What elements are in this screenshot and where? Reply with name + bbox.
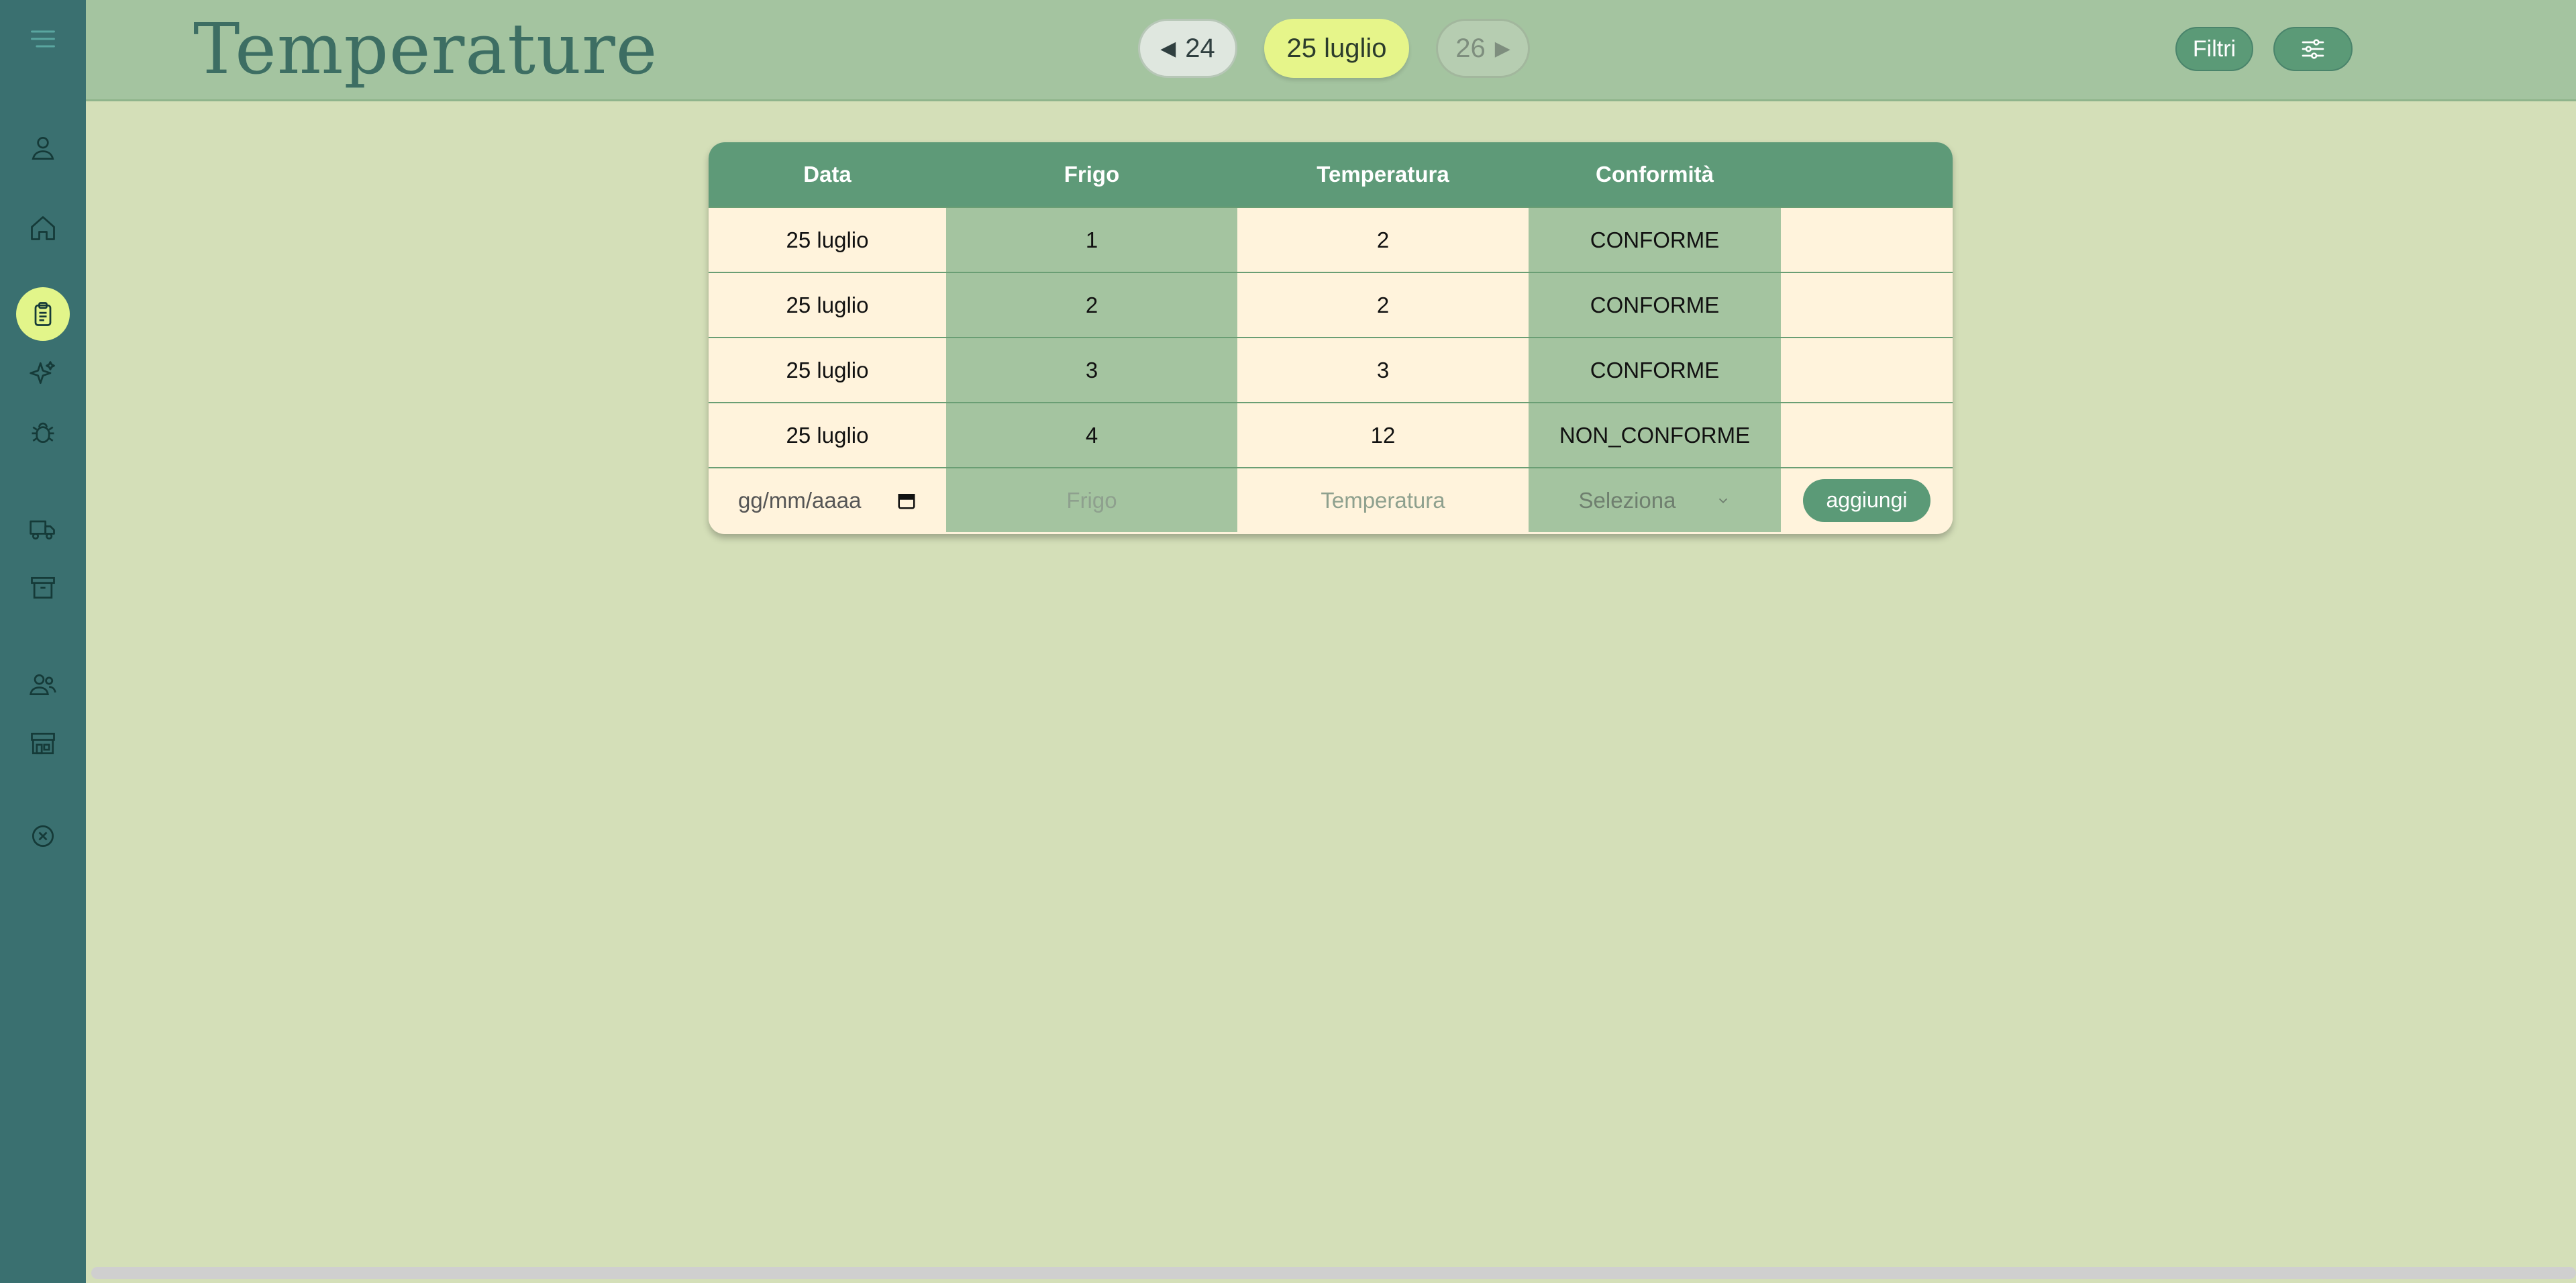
current-day-button[interactable]: 25 luglio [1264, 19, 1409, 78]
table-row: 25 luglio 3 3 CONFORME [709, 337, 1953, 402]
home-icon[interactable] [24, 209, 62, 247]
clipboard-icon[interactable] [16, 287, 70, 341]
user-icon[interactable] [24, 129, 62, 166]
cell-conformita: CONFORME [1529, 338, 1781, 402]
sliders-icon [2302, 39, 2324, 59]
cell-conformita: NON_CONFORME [1529, 403, 1781, 467]
calendar-icon[interactable] [896, 491, 917, 511]
temperatura-input[interactable]: Temperatura [1237, 468, 1529, 532]
date-placeholder: gg/mm/aaaa [738, 487, 862, 513]
cell-actions [1781, 338, 1953, 402]
cell-actions [1781, 273, 1953, 337]
next-day-label: 26 [1455, 33, 1486, 63]
truck-icon[interactable] [24, 510, 62, 548]
header-conformita: Conformità [1596, 162, 1714, 187]
cell-conformita: CONFORME [1529, 273, 1781, 337]
table-row: 25 luglio 2 2 CONFORME [709, 272, 1953, 337]
cell-data: 25 luglio [709, 273, 946, 337]
bug-icon[interactable] [24, 413, 62, 451]
settings-button[interactable] [2273, 27, 2353, 71]
cell-temperatura: 2 [1237, 208, 1529, 272]
header-actions [1781, 142, 1953, 207]
horizontal-scrollbar[interactable] [91, 1267, 2576, 1279]
current-day-label: 25 luglio [1286, 33, 1387, 63]
chevron-down-icon [1719, 498, 1728, 503]
next-day-button[interactable]: 26 ▶ [1436, 19, 1530, 78]
archive-icon[interactable] [24, 569, 62, 607]
table-row: 25 luglio 4 12 NON_CONFORME [709, 402, 1953, 467]
cell-data: 25 luglio [709, 338, 946, 402]
conformita-select[interactable]: Seleziona [1529, 468, 1781, 532]
close-circle-icon[interactable] [24, 817, 62, 855]
cell-actions [1781, 403, 1953, 467]
cell-frigo: 2 [946, 273, 1237, 337]
arrow-left-icon: ◀ [1160, 37, 1176, 60]
select-placeholder: Seleziona [1578, 487, 1676, 513]
header-temperatura: Temperatura [1317, 162, 1449, 187]
sparkles-icon[interactable] [24, 354, 62, 392]
header-frigo: Frigo [1064, 162, 1120, 187]
cell-actions [1781, 208, 1953, 272]
menu-icon[interactable] [24, 20, 62, 58]
header-data: Data [803, 162, 852, 187]
store-icon[interactable] [24, 725, 62, 762]
prev-day-label: 24 [1185, 33, 1215, 63]
cell-temperatura: 3 [1237, 338, 1529, 402]
page-title: Temperature [193, 8, 658, 90]
new-entry-row: gg/mm/aaaa Frigo Temperatura Seleziona a… [709, 467, 1953, 532]
cell-frigo: 1 [946, 208, 1237, 272]
frigo-input[interactable]: Frigo [946, 468, 1237, 532]
sidebar [0, 0, 86, 1283]
cell-frigo: 3 [946, 338, 1237, 402]
cell-frigo: 4 [946, 403, 1237, 467]
prev-day-button[interactable]: ◀ 24 [1138, 19, 1237, 78]
table-row: 25 luglio 1 2 CONFORME [709, 207, 1953, 272]
table-header: Data Frigo Temperatura Conformità [709, 142, 1953, 207]
temperature-table: Data Frigo Temperatura Conformità 25 lug… [709, 142, 1953, 534]
users-icon[interactable] [24, 666, 62, 703]
date-input[interactable]: gg/mm/aaaa [709, 468, 946, 532]
arrow-right-icon: ▶ [1494, 37, 1510, 60]
cell-conformita: CONFORME [1529, 208, 1781, 272]
add-button[interactable]: aggiungi [1803, 478, 1930, 522]
cell-temperatura: 12 [1237, 403, 1529, 467]
cell-data: 25 luglio [709, 208, 946, 272]
filters-button[interactable]: Filtri [2175, 27, 2253, 71]
cell-data: 25 luglio [709, 403, 946, 467]
cell-temperatura: 2 [1237, 273, 1529, 337]
add-cell: aggiungi [1781, 468, 1953, 532]
